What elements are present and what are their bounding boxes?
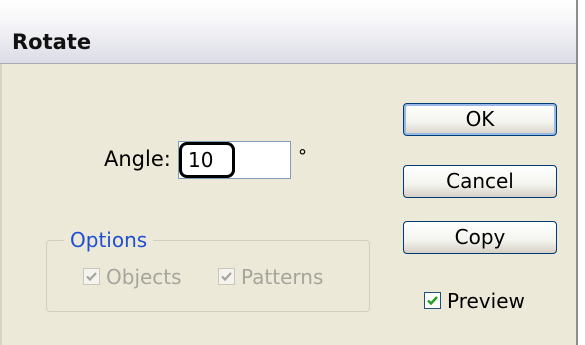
patterns-checkbox[interactable] [218, 268, 235, 285]
angle-label: Angle: [104, 147, 171, 171]
rotate-dialog: Rotate Angle: 10 ° Options Objects Patte… [0, 0, 585, 345]
ok-button[interactable]: OK [403, 103, 557, 136]
objects-checkbox[interactable] [83, 268, 100, 285]
check-icon [221, 272, 232, 282]
options-legend: Options [64, 228, 154, 252]
window-right-edge [576, 0, 585, 345]
cancel-button[interactable]: Cancel [403, 165, 557, 198]
patterns-label: Patterns [241, 265, 324, 289]
preview-checkbox[interactable] [424, 292, 441, 309]
objects-label: Objects [106, 265, 182, 289]
preview-label: Preview [447, 289, 525, 313]
dialog-title: Rotate [12, 30, 92, 54]
copy-button[interactable]: Copy [403, 221, 557, 254]
angle-value[interactable]: 10 [179, 142, 235, 178]
angle-field[interactable]: 10 [178, 141, 291, 179]
title-bar[interactable]: Rotate [0, 0, 576, 64]
degree-unit: ° [298, 146, 307, 167]
check-icon [86, 272, 97, 282]
window-left-edge [0, 64, 2, 345]
check-icon [427, 296, 438, 306]
